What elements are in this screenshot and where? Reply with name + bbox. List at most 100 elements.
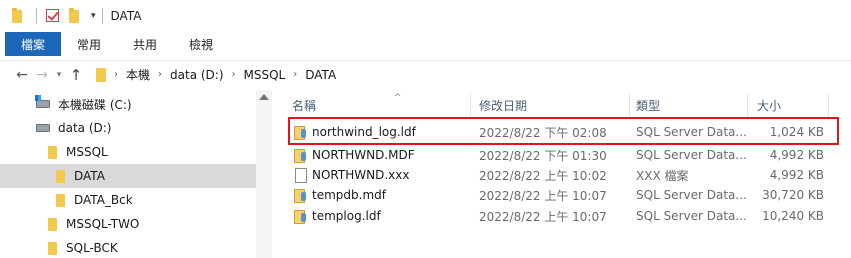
file-size: 4,992 KB [769,148,824,162]
folder-icon[interactable] [10,8,26,24]
file-row[interactable]: tempdb.mdf 2022/8/22 上午 10:07 SQL Server… [272,185,851,205]
navigation-pane: 本機磁碟 (C:) data (D:) MSSQL DATA DATA_Bck … [0,90,256,258]
nav-item-mssql[interactable]: MSSQL [0,140,256,164]
new-folder-icon[interactable] [67,8,83,24]
file-row[interactable]: templog.ldf 2022/8/22 上午 10:07 SQL Serve… [272,206,851,226]
scroll-up-arrow-icon[interactable] [259,94,269,100]
file-row[interactable]: northwind_log.ldf 2022/8/22 下午 02:08 SQL… [272,122,851,142]
file-date: 2022/8/22 上午 10:02 [479,168,607,183]
breadcrumb-data[interactable]: DATA [305,68,336,82]
nav-item-data-bck[interactable]: DATA_Bck [0,188,256,212]
file-name: templog.ldf [312,209,381,223]
folder-icon [48,241,57,255]
folder-icon [96,67,106,82]
file-size: 10,240 KB [762,209,824,223]
up-arrow-icon[interactable]: ↑ [66,65,86,85]
file-type: SQL Server Data... [636,188,747,202]
nav-item-label: DATA_Bck [74,193,133,207]
file-name-cell: NORTHWND.MDF [294,145,474,165]
file-name: NORTHWND.xxx [312,168,410,182]
breadcrumb-drive-d[interactable]: data (D:) [170,68,224,82]
breadcrumb-separator[interactable]: › [293,69,297,80]
nav-item-label: MSSQL-TWO [66,217,140,231]
nav-item-label: DATA [74,169,105,183]
file-date: 2022/8/22 下午 02:08 [479,125,607,140]
file-size: 4,992 KB [769,168,824,182]
quick-access-dropdown-icon[interactable]: ▾ [91,11,96,21]
folder-icon [48,145,57,159]
separator [36,8,37,24]
database-file-icon [294,125,307,140]
file-type: SQL Server Data... [636,148,747,162]
column-header-label: 大小 [757,98,782,113]
file-date: 2022/8/22 上午 10:07 [479,209,607,224]
separator [101,8,103,24]
nav-item-data[interactable]: DATA [0,164,256,188]
nav-item-label: 本機磁碟 (C:) [58,97,132,112]
database-file-icon [294,209,307,224]
column-header-label: 類型 [636,98,661,113]
folder-icon [56,193,65,207]
address-bar[interactable]: › 本機 › data (D:) › MSSQL › DATA [92,64,847,86]
nav-item-sql-bck[interactable]: SQL-BCK [0,236,256,258]
file-name: NORTHWND.MDF [312,148,415,162]
recent-locations-dropdown-icon[interactable]: ▾ [52,65,66,85]
file-date: 2022/8/22 下午 01:30 [479,148,607,163]
folder-icon [56,169,65,183]
back-arrow-icon[interactable]: ← [12,65,32,85]
tab-file[interactable]: 檔案 [5,32,61,56]
nav-item-local-disk-c[interactable]: 本機磁碟 (C:) [0,92,256,116]
column-header-size[interactable]: 大小 [757,94,827,116]
tab-view[interactable]: 檢視 [173,32,229,56]
window-title: DATA [110,9,142,23]
breadcrumb-this-pc[interactable]: 本機 [126,66,150,83]
ribbon-tabs: 檔案 常用 共用 檢視 [0,32,851,56]
breadcrumb-separator[interactable]: › [232,69,236,80]
file-row[interactable]: NORTHWND.MDF 2022/8/22 下午 01:30 SQL Serv… [272,145,851,165]
column-header-label: 修改日期 [479,98,528,113]
column-header-type[interactable]: 類型 [636,94,744,116]
file-type: XXX 檔案 [636,168,689,183]
column-divider[interactable] [828,94,829,116]
tab-home[interactable]: 常用 [61,32,117,56]
file-name-cell: templog.ldf [294,206,474,226]
drive-icon [36,124,50,132]
file-name-cell: NORTHWND.xxx [294,165,474,185]
column-header-date-modified[interactable]: 修改日期 [479,94,629,116]
column-divider[interactable] [470,94,471,116]
properties-check-icon[interactable] [45,8,61,24]
nav-item-label: data (D:) [58,121,112,135]
file-type: SQL Server Data... [636,209,747,223]
breadcrumb-mssql[interactable]: MSSQL [244,68,286,82]
nav-item-label: MSSQL [66,145,108,159]
tab-share[interactable]: 共用 [117,32,173,56]
column-header-name[interactable]: 名稱 ^ [292,93,470,116]
nav-item-data-d[interactable]: data (D:) [0,116,256,140]
column-header-label: 名稱 [292,98,317,113]
file-type: SQL Server Data... [636,125,747,139]
navigation-pane-scrollbar[interactable] [256,90,272,258]
title-bar: ▾ DATA [0,0,851,32]
nav-item-label: SQL-BCK [66,241,118,255]
nav-item-mssql-two[interactable]: MSSQL-TWO [0,212,256,236]
database-file-icon [294,148,307,163]
file-list: 名稱 ^ 修改日期 類型 大小 northwind_log.ldf 2022/8… [272,90,851,258]
file-name: northwind_log.ldf [312,125,416,139]
system-drive-icon [35,95,50,108]
forward-arrow-icon[interactable]: → [32,65,52,85]
column-divider[interactable] [629,94,630,116]
file-name-cell: northwind_log.ldf [294,122,474,142]
breadcrumb-separator[interactable]: › [158,69,162,80]
file-size: 1,024 KB [769,125,824,139]
navigation-bar: ← → ▾ ↑ › 本機 › data (D:) › MSSQL › DATA [0,60,851,88]
file-size: 30,720 KB [762,188,824,202]
file-name: tempdb.mdf [312,188,386,202]
column-divider[interactable] [747,94,748,116]
breadcrumb-separator: › [114,69,118,80]
file-row[interactable]: NORTHWND.xxx 2022/8/22 上午 10:02 XXX 檔案 4… [272,165,851,185]
blank-file-icon [294,168,307,183]
file-name-cell: tempdb.mdf [294,185,474,205]
file-date: 2022/8/22 上午 10:07 [479,188,607,203]
database-file-icon [294,188,307,203]
sort-ascending-icon: ^ [394,93,402,103]
